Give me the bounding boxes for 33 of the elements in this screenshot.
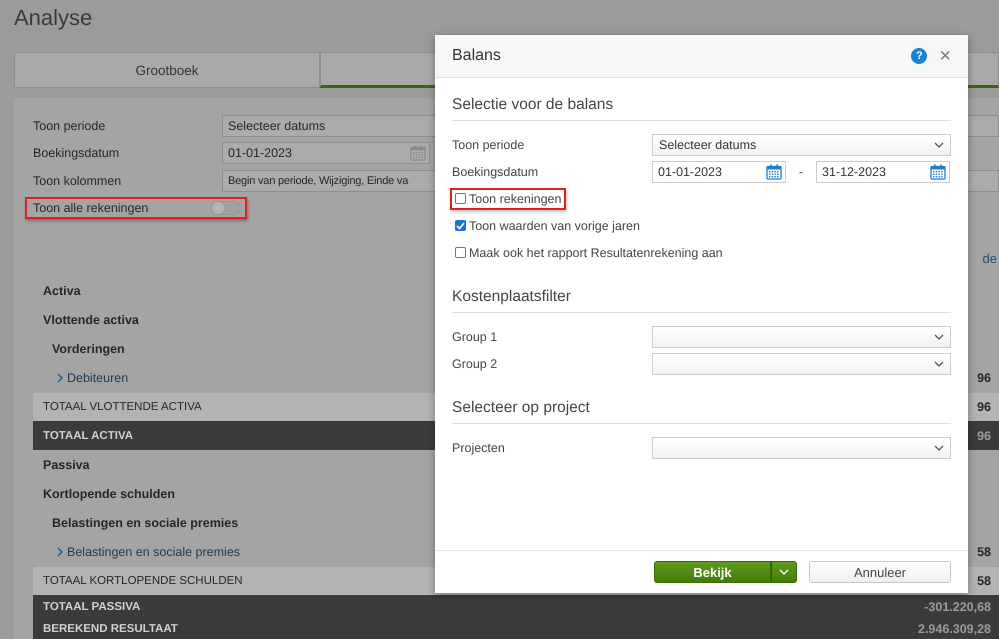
- amount-text: 58: [977, 574, 991, 588]
- row-label: TOTAAL KORTLOPENDE SCHULDEN: [43, 575, 243, 587]
- section-title: Kostenplaatsfilter: [452, 288, 951, 313]
- field-label: Toon periode: [33, 118, 106, 133]
- section-title: Selecteer op project: [452, 399, 951, 424]
- row-label: Vlottende activa: [43, 312, 139, 326]
- amount-text: -301.220,68: [924, 600, 991, 614]
- field-label: Boekingsdatum: [452, 164, 540, 178]
- row-label: TOTAAL ACTIVA: [43, 430, 134, 442]
- amount-text: 96: [977, 428, 991, 442]
- range-separator: -: [798, 164, 804, 178]
- field-label: Toon kolommen: [33, 174, 122, 188]
- dialog-title: Balans: [452, 47, 502, 65]
- field-label: Toon periode: [452, 138, 526, 152]
- row-label: Vorderingen: [52, 342, 125, 356]
- amount-text: 58: [977, 544, 991, 558]
- amount-text: 96: [977, 370, 991, 384]
- field-label: Toon alle rekeningen: [33, 201, 150, 216]
- page-title: Analyse: [13, 4, 94, 32]
- row-label: TOTAAL VLOTTENDE ACTIVA: [43, 401, 202, 413]
- field-label: Group 1: [452, 330, 498, 344]
- field-label: Projecten: [452, 440, 506, 454]
- row-label: Belastingen en sociale premies: [52, 516, 238, 530]
- row-label: BEREKEND RESULTAAT: [43, 622, 178, 634]
- field-label: Boekingsdatum: [33, 146, 120, 160]
- section-title: Selectie voor de balans: [452, 96, 951, 121]
- row-label: Passiva: [43, 458, 90, 472]
- row-label: TOTAAL PASSIVA: [43, 600, 140, 612]
- amount-text: 2.946.309,28: [918, 622, 991, 636]
- amount-text: 96: [977, 400, 991, 414]
- row-label: Activa: [43, 284, 81, 298]
- field-label: Group 2: [452, 356, 498, 370]
- row-label: Kortlopende schulden: [43, 486, 175, 500]
